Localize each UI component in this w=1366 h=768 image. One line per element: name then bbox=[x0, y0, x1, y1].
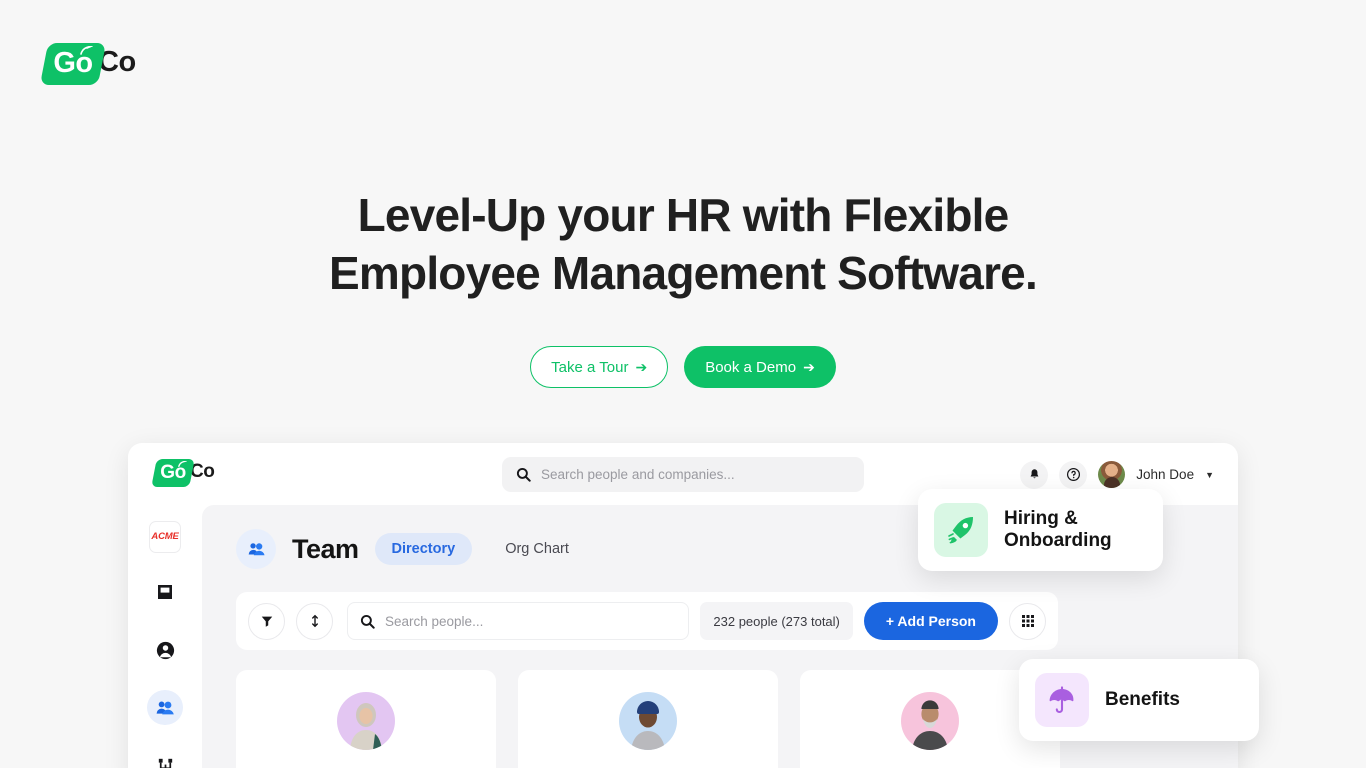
person-circle-icon bbox=[156, 641, 174, 659]
hiring-label-line-2: Onboarding bbox=[1004, 530, 1112, 551]
sort-button[interactable] bbox=[296, 602, 333, 640]
team-people-icon bbox=[156, 701, 174, 715]
question-circle-icon bbox=[1066, 467, 1080, 482]
people-search-placeholder: Search people... bbox=[385, 613, 484, 629]
sidebar-item-org-chart[interactable] bbox=[147, 747, 183, 768]
grid-view-button[interactable] bbox=[1009, 602, 1046, 640]
headline-line-1: Level-Up your HR with Flexible bbox=[357, 189, 1010, 241]
app-sidebar: ACME bbox=[128, 505, 202, 768]
search-icon bbox=[516, 467, 531, 482]
rocket-icon bbox=[948, 517, 973, 544]
search-icon bbox=[360, 614, 375, 629]
app-goco-logo-mark: Go bbox=[151, 459, 195, 487]
grid-icon bbox=[1021, 615, 1034, 627]
filter-button[interactable] bbox=[248, 602, 285, 640]
person-card[interactable] bbox=[518, 670, 778, 768]
bell-icon bbox=[1030, 469, 1039, 479]
feature-card-label: Benefits bbox=[1105, 689, 1180, 711]
sidebar-company-logo[interactable]: ACME bbox=[149, 521, 181, 553]
org-chart-icon bbox=[158, 758, 172, 768]
app-logo-co-text: Co bbox=[190, 461, 215, 482]
rocket-icon-wrap bbox=[934, 503, 988, 557]
page-title: Level-Up your HR with Flexible Employee … bbox=[0, 186, 1366, 302]
filter-funnel-icon bbox=[261, 616, 272, 627]
umbrella-icon bbox=[1049, 686, 1074, 713]
app-logo[interactable]: Go Co bbox=[151, 459, 215, 487]
arrow-right-icon: ➔ bbox=[803, 358, 815, 375]
company-logo-text: ACME bbox=[151, 531, 179, 543]
sidebar-item-inbox[interactable] bbox=[147, 575, 183, 611]
feature-card-label: Hiring & Onboarding bbox=[1004, 508, 1112, 552]
person-photo bbox=[350, 703, 382, 750]
landing-page: Go Co Level-Up your HR with Flexible Emp… bbox=[0, 0, 1366, 768]
people-count-label: 232 people (273 total) bbox=[700, 602, 853, 640]
benefits-label: Benefits bbox=[1105, 689, 1180, 710]
person-photo bbox=[631, 701, 665, 750]
person-avatar bbox=[619, 692, 677, 750]
global-search-placeholder: Search people and companies... bbox=[541, 467, 735, 482]
person-avatar bbox=[337, 692, 395, 750]
people-search-input[interactable]: Search people... bbox=[347, 602, 690, 640]
tab-org-chart[interactable]: Org Chart bbox=[488, 533, 586, 565]
directory-toolbar: Search people... 232 people (273 total) … bbox=[236, 592, 1058, 650]
goco-logo-mark: Go bbox=[39, 43, 107, 85]
global-search-input[interactable]: Search people and companies... bbox=[502, 457, 864, 492]
take-a-tour-button[interactable]: Take a Tour ➔ bbox=[530, 346, 669, 388]
site-logo[interactable]: Go Co bbox=[39, 41, 136, 87]
sort-updown-icon bbox=[311, 614, 318, 628]
help-button[interactable] bbox=[1059, 460, 1088, 489]
umbrella-icon-wrap bbox=[1035, 673, 1089, 727]
notifications-button[interactable] bbox=[1020, 460, 1049, 489]
sidebar-item-team[interactable] bbox=[147, 689, 183, 726]
person-card[interactable] bbox=[236, 670, 496, 768]
team-people-icon bbox=[248, 542, 265, 555]
logo-go-text: Go bbox=[53, 46, 93, 79]
feature-card-benefits[interactable]: Benefits bbox=[1019, 659, 1259, 741]
add-person-button[interactable]: + Add Person bbox=[863, 602, 998, 640]
hiring-label-line-1: Hiring & bbox=[1004, 508, 1078, 529]
sidebar-item-profile[interactable] bbox=[147, 632, 183, 668]
inbox-icon bbox=[158, 585, 172, 600]
user-avatar[interactable] bbox=[1098, 461, 1126, 488]
logo-sprout-icon bbox=[80, 46, 93, 55]
chevron-down-icon[interactable]: ▼ bbox=[1205, 470, 1214, 480]
app-logo-sprout-icon bbox=[178, 461, 187, 467]
person-photo bbox=[912, 700, 948, 750]
book-a-demo-button[interactable]: Book a Demo ➔ bbox=[684, 346, 836, 388]
user-name-label: John Doe bbox=[1136, 467, 1195, 482]
headline-line-2: Employee Management Software. bbox=[329, 247, 1038, 299]
hero-section: Level-Up your HR with Flexible Employee … bbox=[0, 186, 1366, 302]
arrow-right-icon: ➔ bbox=[635, 358, 648, 375]
cta-row: Take a Tour ➔ Book a Demo ➔ bbox=[0, 346, 1366, 388]
team-header-icon-wrap bbox=[236, 529, 276, 569]
tab-directory[interactable]: Directory bbox=[374, 533, 473, 565]
book-a-demo-label: Book a Demo bbox=[705, 358, 797, 376]
feature-card-hiring-onboarding[interactable]: Hiring & Onboarding bbox=[918, 489, 1163, 571]
take-a-tour-label: Take a Tour bbox=[551, 358, 629, 376]
topbar-user-area: John Doe ▼ bbox=[1020, 457, 1214, 492]
team-title: Team bbox=[292, 533, 359, 564]
person-avatar bbox=[901, 692, 959, 750]
